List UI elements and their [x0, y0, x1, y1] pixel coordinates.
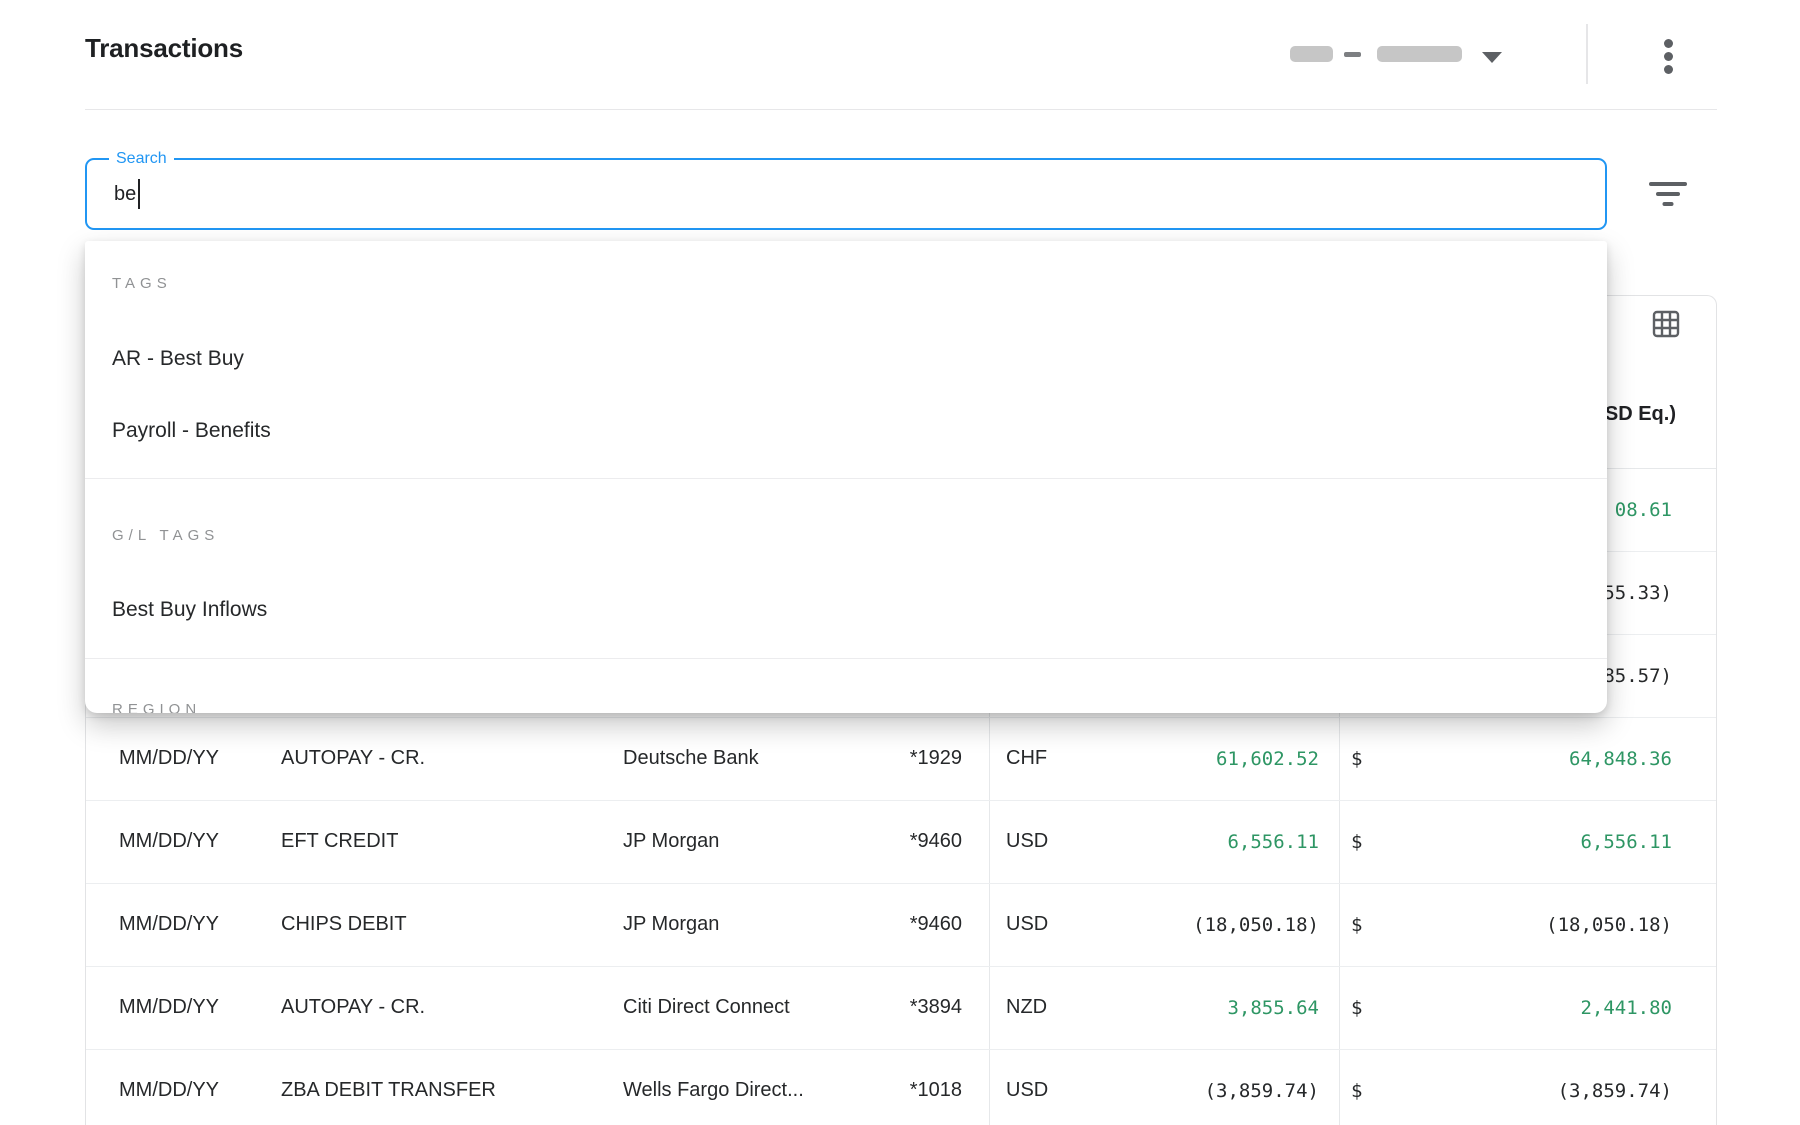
- amount-cell: 6,556.11: [1227, 800, 1319, 883]
- usd-symbol-cell: $: [1351, 966, 1362, 1049]
- grid-view-icon[interactable]: [1650, 308, 1682, 340]
- search-input[interactable]: Search be: [85, 158, 1607, 230]
- usd-symbol-cell: $: [1351, 717, 1362, 800]
- chevron-down-icon[interactable]: [1482, 52, 1502, 63]
- usd-eq-column-header: SD Eq.): [1605, 392, 1676, 436]
- bank-cell: Deutsche Bank: [623, 717, 759, 800]
- filter-icon[interactable]: [1646, 176, 1690, 212]
- table-row[interactable]: MM/DD/YY EFT CREDIT JP Morgan *9460 USD …: [86, 800, 1716, 884]
- amount-cell: 61,602.52: [1216, 717, 1319, 800]
- section-label-tags: TAGS: [112, 275, 172, 292]
- section-label-gl-tags: G/L TAGS: [112, 527, 219, 544]
- header-divider-vertical: [1586, 24, 1588, 84]
- amount-cell: (3,859.74): [1205, 1049, 1319, 1125]
- date-cell: MM/DD/YY: [119, 966, 219, 1049]
- currency-cell: NZD: [1006, 966, 1047, 1049]
- amount-cell: 3,855.64: [1227, 966, 1319, 1049]
- usd-eq-cell: 2,441.80: [1580, 966, 1672, 1049]
- text-cursor: [138, 179, 140, 209]
- account-cell: *1929: [910, 717, 962, 800]
- section-divider: [85, 658, 1607, 659]
- page-title: Transactions: [85, 33, 243, 64]
- page-header-divider: [85, 109, 1717, 110]
- usd-eq-cell: 55.33): [1603, 551, 1672, 634]
- suggestion-item[interactable]: Payroll - Benefits: [112, 416, 271, 446]
- type-cell: AUTOPAY - CR.: [281, 966, 425, 1049]
- account-cell: *9460: [910, 883, 962, 966]
- table-row[interactable]: MM/DD/YY CHIPS DEBIT JP Morgan *9460 USD…: [86, 883, 1716, 967]
- date-cell: MM/DD/YY: [119, 1049, 219, 1125]
- currency-cell: USD: [1006, 883, 1048, 966]
- type-cell: ZBA DEBIT TRANSFER: [281, 1049, 496, 1125]
- kebab-menu-icon[interactable]: [1662, 37, 1674, 77]
- type-cell: CHIPS DEBIT: [281, 883, 407, 966]
- account-cell: *9460: [910, 800, 962, 883]
- account-cell: *3894: [910, 966, 962, 1049]
- usd-eq-cell: 6,556.11: [1580, 800, 1672, 883]
- transactions-page: Transactions Search be SD Eq.) 08.61 55.…: [0, 0, 1800, 1125]
- table-row[interactable]: MM/DD/YY AUTOPAY - CR. Deutsche Bank *19…: [86, 717, 1716, 801]
- usd-eq-cell: 85.57): [1603, 634, 1672, 717]
- suggestion-item[interactable]: Best Buy Inflows: [112, 595, 267, 625]
- date-range-separator: [1344, 52, 1361, 57]
- currency-cell: USD: [1006, 800, 1048, 883]
- usd-eq-cell: (18,050.18): [1546, 883, 1672, 966]
- usd-eq-cell: 64,848.36: [1569, 717, 1672, 800]
- type-cell: EFT CREDIT: [281, 800, 398, 883]
- bank-cell: Citi Direct Connect: [623, 966, 790, 1049]
- amount-cell: (18,050.18): [1193, 883, 1319, 966]
- suggestion-item[interactable]: AR - Best Buy: [112, 344, 244, 374]
- currency-cell: CHF: [1006, 717, 1047, 800]
- date-range-end-skeleton[interactable]: [1377, 46, 1462, 62]
- type-cell: AUTOPAY - CR.: [281, 717, 425, 800]
- search-value: be: [114, 160, 140, 228]
- date-cell: MM/DD/YY: [119, 800, 219, 883]
- table-row[interactable]: MM/DD/YY ZBA DEBIT TRANSFER Wells Fargo …: [86, 1049, 1716, 1125]
- usd-symbol-cell: $: [1351, 800, 1362, 883]
- search-suggestions-dropdown: TAGS AR - Best Buy Payroll - Benefits G/…: [85, 241, 1607, 713]
- bank-cell: JP Morgan: [623, 800, 719, 883]
- bank-cell: JP Morgan: [623, 883, 719, 966]
- currency-cell: USD: [1006, 1049, 1048, 1125]
- date-cell: MM/DD/YY: [119, 883, 219, 966]
- section-divider: [85, 478, 1607, 479]
- section-label-region: REGION: [112, 701, 201, 713]
- bank-cell: Wells Fargo Direct...: [623, 1049, 804, 1125]
- usd-eq-cell: 08.61: [1615, 468, 1672, 551]
- account-cell: *1018: [910, 1049, 962, 1125]
- usd-symbol-cell: $: [1351, 1049, 1362, 1125]
- date-cell: MM/DD/YY: [119, 717, 219, 800]
- date-range-start-skeleton[interactable]: [1290, 46, 1333, 62]
- usd-symbol-cell: $: [1351, 883, 1362, 966]
- usd-eq-cell: (3,859.74): [1558, 1049, 1672, 1125]
- table-row[interactable]: MM/DD/YY AUTOPAY - CR. Citi Direct Conne…: [86, 966, 1716, 1050]
